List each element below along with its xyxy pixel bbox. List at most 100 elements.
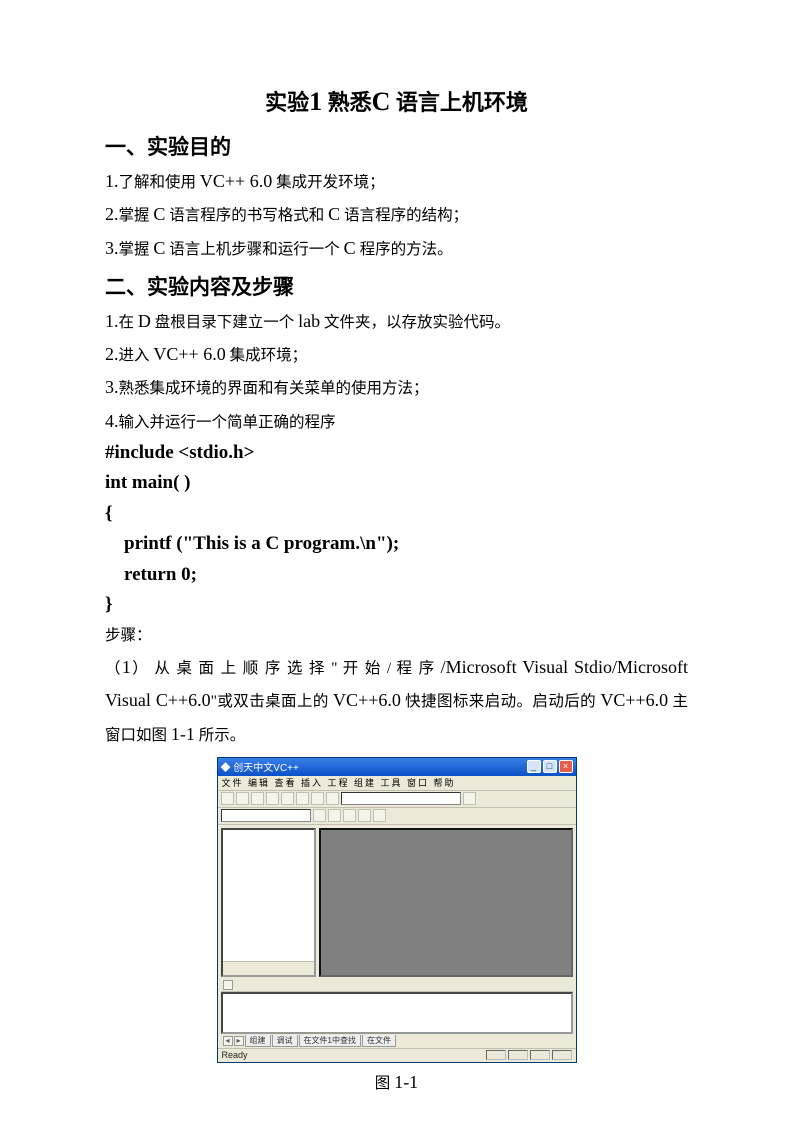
text: 掌握	[119, 207, 154, 224]
output-wrap: ◂ ▸ 组建 调试 在文件1中查找 在文件	[218, 980, 576, 1048]
output-dropdown-icon[interactable]	[223, 980, 233, 990]
text: 集成开发环境；	[272, 174, 384, 191]
s1-item-3: 3.掌握 C 语言上机步骤和运行一个 C 程序的方法。	[105, 232, 688, 265]
text: 所示。	[195, 727, 245, 744]
latin: D	[138, 311, 151, 331]
text: 程序的方法。	[356, 241, 453, 258]
latin: VC++ 6.0	[200, 171, 272, 191]
item-number: 4.	[105, 411, 119, 431]
tab-find2[interactable]: 在文件	[362, 1035, 396, 1047]
undo-icon[interactable]	[311, 792, 324, 805]
text: 快捷图标来启动。启动后的	[401, 693, 601, 710]
title-latin: C	[372, 87, 391, 116]
latin: C	[344, 238, 356, 258]
latin: VC++ 6.0	[153, 344, 225, 364]
vc-window: ◆ 创天中文VC++ _ □ × 文件 编辑 查看 插入 工程 组建 工具 窗口…	[217, 757, 577, 1063]
item-number: 3.	[105, 377, 119, 397]
output-toolbar	[221, 980, 573, 992]
status-bar: Ready	[218, 1048, 576, 1062]
code-line-1: #include <stdio.h>	[105, 438, 688, 468]
maximize-button[interactable]: □	[543, 760, 557, 773]
title-number: 1	[309, 87, 322, 116]
copy-icon[interactable]	[281, 792, 294, 805]
stop-icon[interactable]	[343, 809, 356, 822]
status-cell	[508, 1050, 528, 1060]
minimize-button[interactable]: _	[527, 760, 541, 773]
tab-next-icon[interactable]: ▸	[234, 1036, 244, 1046]
caption-number: 1-1	[394, 1072, 418, 1092]
open-icon[interactable]	[236, 792, 249, 805]
caption-prefix: 图	[375, 1075, 394, 1092]
build-icon[interactable]	[328, 809, 341, 822]
find-combo[interactable]	[341, 792, 461, 805]
item-number: 3.	[105, 238, 119, 258]
step-1-paragraph: （1） 从 桌 面 上 顺 序 选 择 " 开 始 / 程 序 /Microso…	[105, 651, 688, 751]
figure-caption: 图 1-1	[105, 1071, 688, 1093]
config-combo[interactable]	[221, 809, 311, 822]
item-number: 1.	[105, 171, 119, 191]
text: 盘根目录下建立一个	[151, 314, 298, 331]
s2-item-4: 4.输入并运行一个简单正确的程序	[105, 405, 688, 438]
text: 语言上机步骤和运行一个	[165, 241, 343, 258]
code-line-6: }	[105, 590, 688, 620]
editor-pane[interactable]	[319, 828, 573, 977]
tab-build[interactable]: 组建	[245, 1035, 271, 1047]
cut-icon[interactable]	[266, 792, 279, 805]
code-line-2: int main( )	[105, 468, 688, 498]
latin: VC++6.0	[333, 690, 401, 710]
item-number: 2.	[105, 344, 119, 364]
toolbar-1	[218, 791, 576, 808]
window-title: 创天中文VC++	[233, 763, 299, 774]
section-2-heading: 二、实验内容及步骤	[105, 271, 688, 301]
document-title: 实验1 熟悉C 语言上机环境	[105, 85, 688, 117]
text: 了解和使用	[119, 174, 200, 191]
workspace-pane[interactable]	[221, 828, 316, 977]
title-mid: 熟悉	[322, 90, 372, 115]
fig-ref: 1-1	[171, 724, 195, 744]
text: 掌握	[119, 241, 154, 258]
item-number: 1.	[105, 311, 119, 331]
code-line-4: printf ("This is a C program.\n");	[105, 529, 688, 559]
text: ） 从 桌 面 上 顺 序 选 择 " 开 始 / 程 序	[131, 660, 441, 677]
status-cell	[552, 1050, 572, 1060]
redo-icon[interactable]	[326, 792, 339, 805]
s1-item-2: 2.掌握 C 语言程序的书写格式和 C 语言程序的结构；	[105, 198, 688, 231]
text: 语言程序的书写格式和	[165, 207, 328, 224]
run-icon[interactable]	[358, 809, 371, 822]
close-button[interactable]: ×	[559, 760, 573, 773]
text: 集成环境；	[226, 347, 307, 364]
find-icon[interactable]	[463, 792, 476, 805]
latin: C	[153, 238, 165, 258]
step-number: 1	[122, 657, 131, 677]
text: 在	[119, 314, 138, 331]
steps-label: 步骤：	[105, 622, 688, 651]
compile-icon[interactable]	[313, 809, 326, 822]
output-pane[interactable]	[221, 992, 573, 1034]
tab-find1[interactable]: 在文件1中查找	[299, 1035, 361, 1047]
main-area	[218, 825, 576, 980]
toolbar-2	[218, 808, 576, 825]
title-prefix: 实验	[265, 90, 309, 115]
tab-prev-icon[interactable]: ◂	[223, 1036, 233, 1046]
status-cell	[486, 1050, 506, 1060]
s1-item-1: 1.了解和使用 VC++ 6.0 集成开发环境；	[105, 165, 688, 198]
tab-debug[interactable]: 调试	[272, 1035, 298, 1047]
figure-1-1: ◆ 创天中文VC++ _ □ × 文件 编辑 查看 插入 工程 组建 工具 窗口…	[105, 757, 688, 1094]
title-bar: ◆ 创天中文VC++ _ □ ×	[218, 758, 576, 776]
latin: C	[328, 204, 340, 224]
text: 输入并运行一个简单正确的程序	[119, 414, 336, 431]
code-line-5: return 0;	[105, 560, 688, 590]
text: 进入	[119, 347, 154, 364]
save-icon[interactable]	[251, 792, 264, 805]
section-1-heading: 一、实验目的	[105, 131, 688, 161]
menu-bar[interactable]: 文件 编辑 查看 插入 工程 组建 工具 窗口 帮助	[218, 776, 576, 791]
debug-icon[interactable]	[373, 809, 386, 822]
paste-icon[interactable]	[296, 792, 309, 805]
title-suffix: 语言上机环境	[390, 90, 528, 115]
latin: C	[153, 204, 165, 224]
new-icon[interactable]	[221, 792, 234, 805]
status-cell	[530, 1050, 550, 1060]
item-number: 2.	[105, 204, 119, 224]
s2-item-1: 1.在 D 盘根目录下建立一个 lab 文件夹，以存放实验代码。	[105, 305, 688, 338]
status-text: Ready	[222, 1050, 248, 1060]
